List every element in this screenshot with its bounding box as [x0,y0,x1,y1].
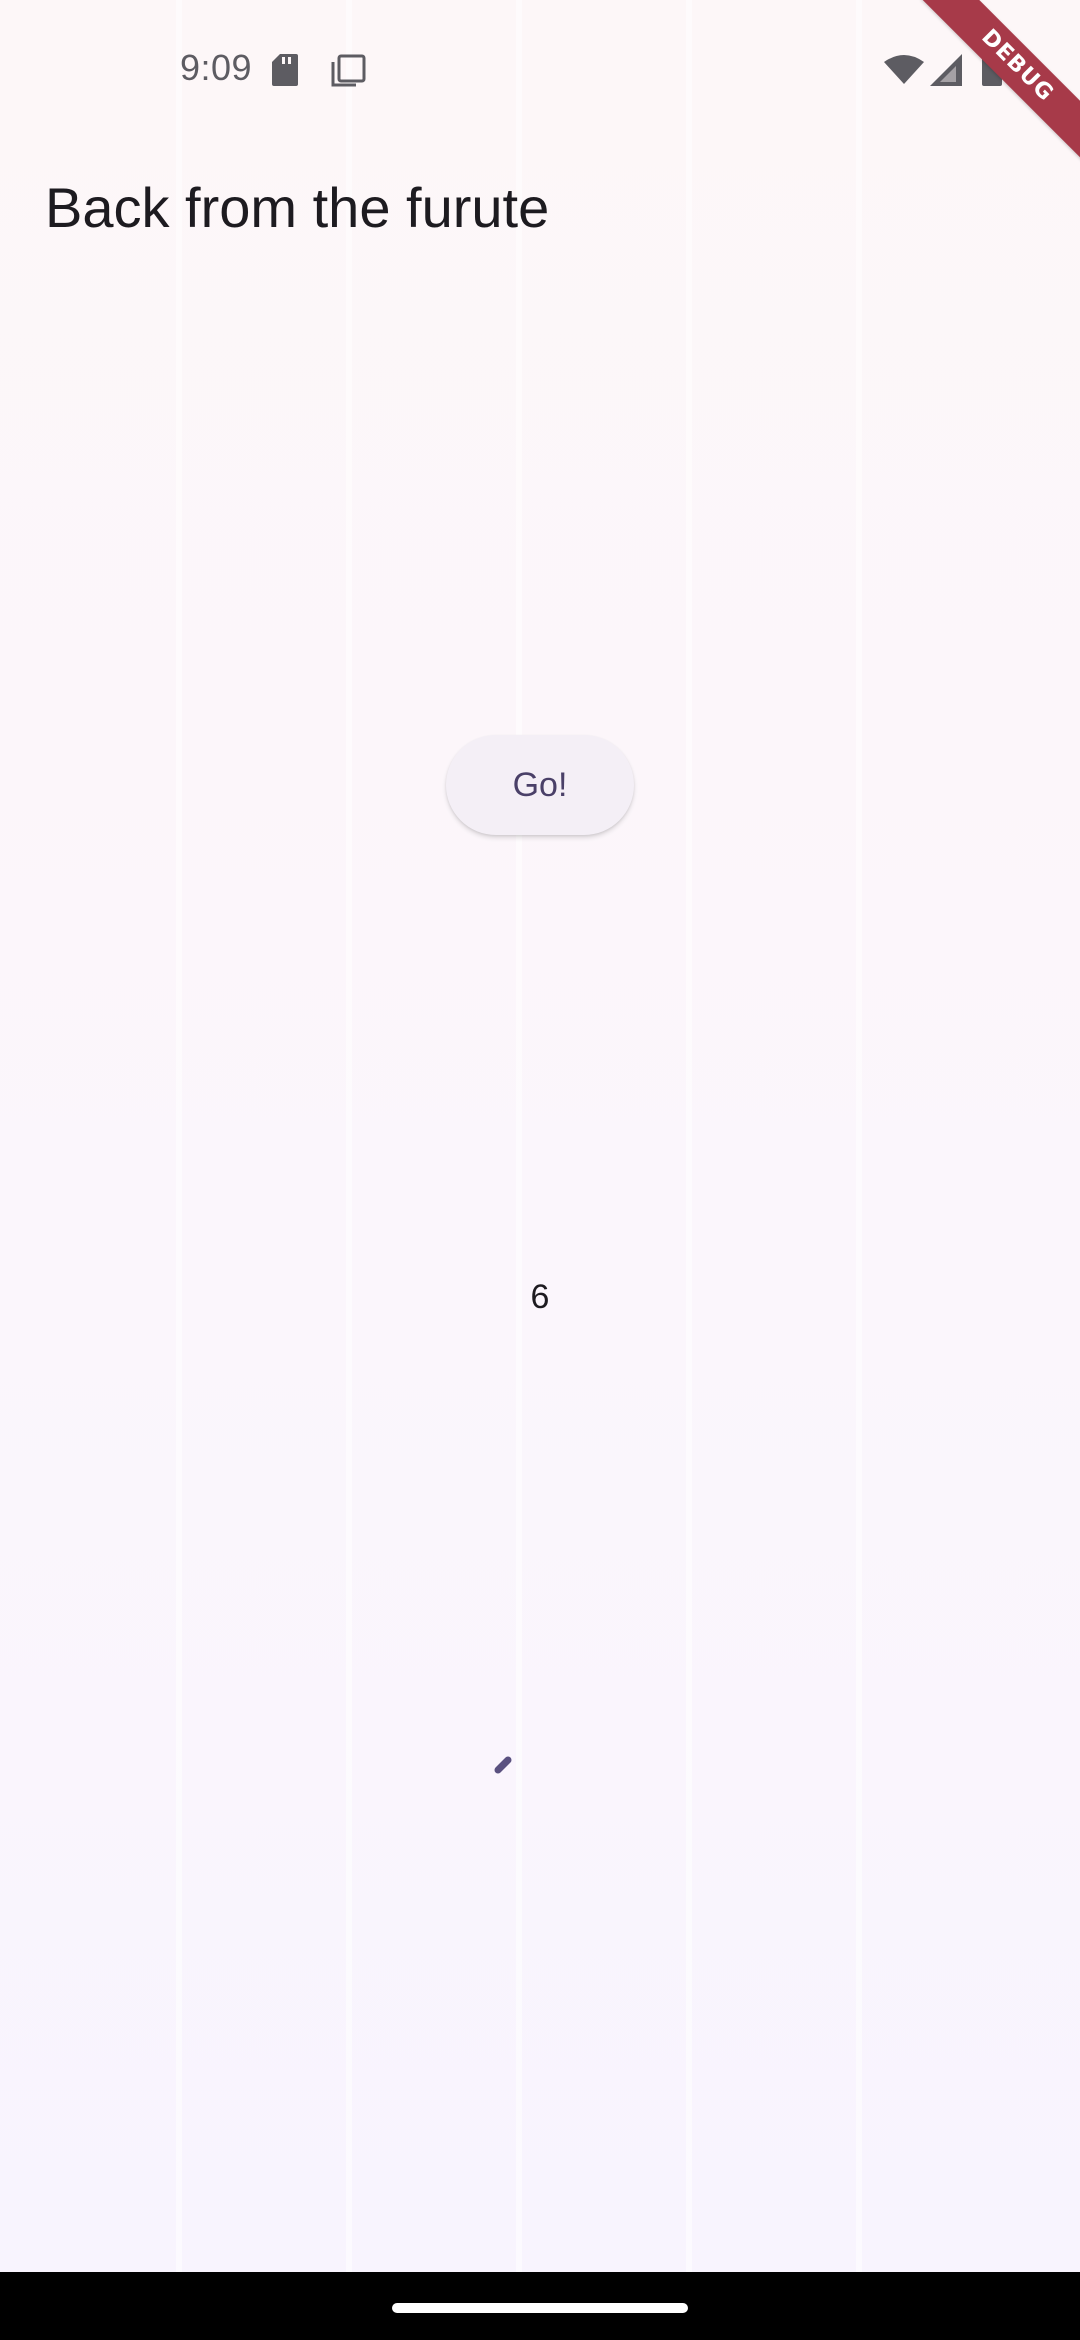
background-band [856,0,862,2340]
result-value: 6 [530,1278,550,1316]
status-time: 9:09 [180,47,253,88]
cell-signal-icon [930,54,962,86]
sd-card-icon [272,54,298,86]
wifi-icon [884,55,924,84]
background-band [686,0,692,2340]
page-title: Back from the furute [45,176,550,239]
home-gesture-handle[interactable] [392,2303,688,2313]
screenshot-icon [331,54,366,87]
background-band [516,0,522,2340]
go-button[interactable]: Go! [446,735,634,835]
circular-progress-icon [494,1756,512,1774]
background-band [346,0,352,2340]
background-band [176,0,182,2340]
status-bar: 9:09 [0,0,1080,140]
app-screen: 9:09 DEBUG Back from the furute Go! 6 [0,0,1080,2340]
